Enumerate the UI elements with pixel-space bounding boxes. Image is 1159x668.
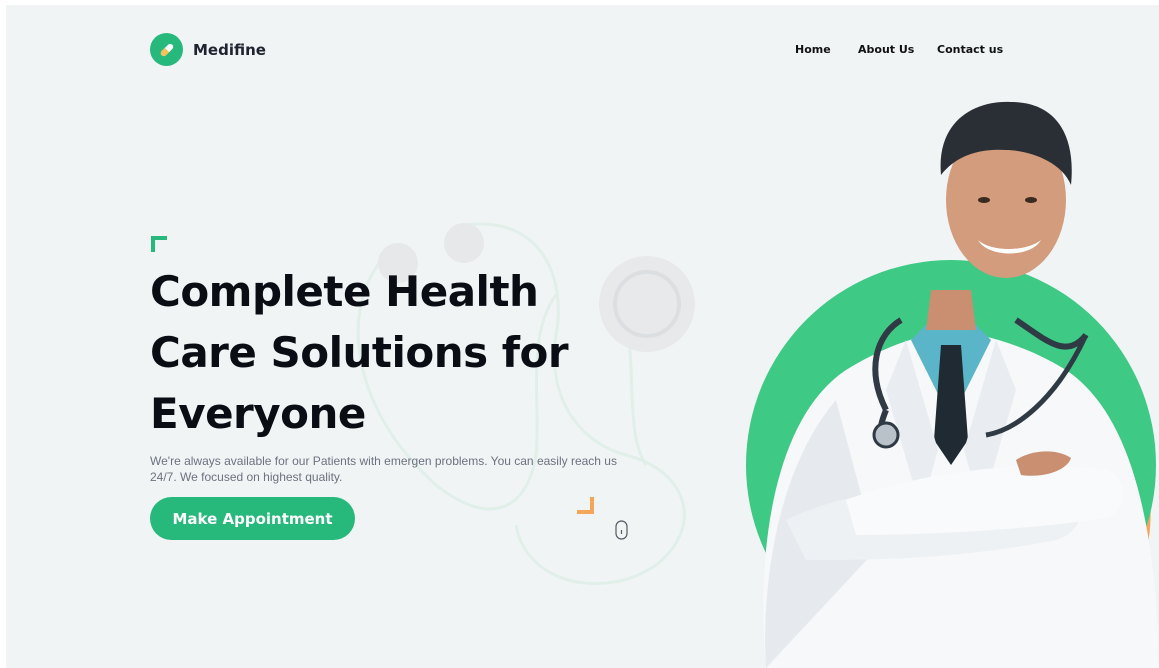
nav-contact-link[interactable]: Contact us [937, 43, 1003, 56]
nav-home-link[interactable]: Home [795, 43, 831, 56]
scroll-mouse-icon[interactable] [615, 520, 628, 540]
hero-title: Complete Health Care Solutions for Every… [150, 267, 569, 438]
corner-accent-bottom-right [577, 497, 594, 514]
doctor-photo [746, 101, 1159, 668]
hero-description: We're always available for our Patients … [150, 454, 617, 484]
make-appointment-button[interactable]: Make Appointment [150, 497, 355, 540]
nav-about-link[interactable]: About Us [858, 43, 914, 56]
main-nav: Home About Us Contact us [6, 43, 1159, 63]
landing-page: Medifine Home About Us Contact us Comple… [6, 5, 1159, 668]
corner-accent-top-left [151, 236, 167, 252]
